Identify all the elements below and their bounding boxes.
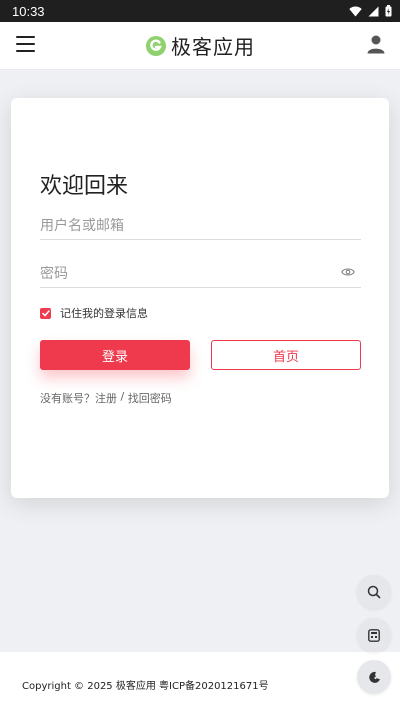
calculator-icon xyxy=(368,628,380,642)
login-title: 欢迎回来 xyxy=(40,174,129,199)
password-field-wrapper xyxy=(40,260,361,288)
search-button[interactable] xyxy=(357,575,391,609)
theme-toggle-button[interactable] xyxy=(357,660,391,694)
register-link[interactable]: 注册 xyxy=(95,390,117,406)
status-icons xyxy=(349,5,392,17)
app-header: 极客应用 xyxy=(0,22,400,70)
remember-me: 记住我的登录信息 xyxy=(40,305,148,321)
password-input[interactable] xyxy=(40,265,361,282)
theme-moon-icon xyxy=(368,671,380,683)
username-input[interactable] xyxy=(40,217,361,234)
username-field-wrapper xyxy=(40,212,361,240)
menu-icon[interactable] xyxy=(16,36,35,52)
login-card: 欢迎回来 记住我的登录信息 登录 首页 没有账号？ 注册 / 找回密码 xyxy=(11,98,389,498)
wifi-icon xyxy=(349,6,362,16)
signal-icon xyxy=(368,6,379,16)
forgot-password-link[interactable]: 找回密码 xyxy=(128,390,172,406)
footer: Copyright © 2025 极客应用 粤ICP备2020121671号 xyxy=(0,652,400,712)
eye-icon[interactable] xyxy=(341,267,355,277)
remember-checkbox[interactable] xyxy=(40,307,51,319)
remember-label: 记住我的登录信息 xyxy=(60,307,148,320)
check-icon xyxy=(41,309,50,317)
account-links: 没有账号？ 注册 / 找回密码 xyxy=(40,390,172,406)
logo-icon xyxy=(146,35,166,56)
logo-text: 极客应用 xyxy=(171,35,255,59)
login-button[interactable]: 登录 xyxy=(40,340,190,370)
link-separator: / xyxy=(117,390,128,403)
status-bar: 10:33 xyxy=(0,0,400,22)
calculator-button[interactable] xyxy=(357,618,391,652)
home-button[interactable]: 首页 xyxy=(211,340,361,370)
logo[interactable]: 极客应用 xyxy=(145,31,255,60)
user-icon[interactable] xyxy=(367,35,385,58)
search-icon xyxy=(367,585,381,599)
status-time: 10:33 xyxy=(12,3,45,19)
battery-icon xyxy=(385,5,392,17)
no-account-text: 没有账号？ xyxy=(40,392,95,405)
copyright-text: Copyright © 2025 极客应用 粤ICP备2020121671号 xyxy=(22,681,269,692)
